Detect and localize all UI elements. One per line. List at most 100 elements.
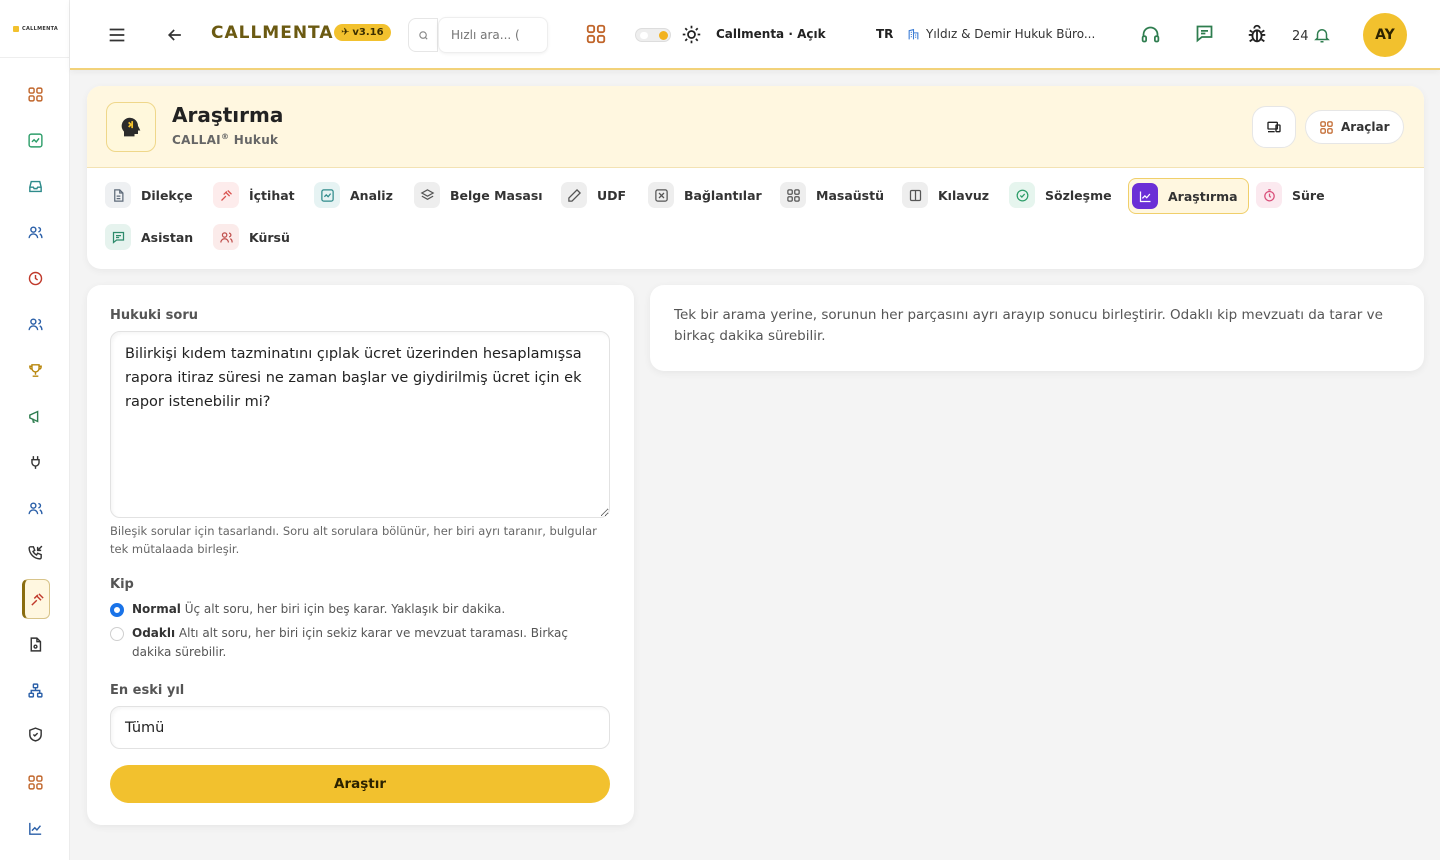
question-textarea[interactable]: Bilirkişi kıdem tazminatını çıplak ücret… [110,331,610,518]
users-icon [213,224,239,250]
tab-kilavuz[interactable]: Kılavuz [902,177,989,213]
document-icon [105,182,131,208]
module-title: Araştırma [172,103,284,127]
user-avatar[interactable]: AY [1363,13,1407,57]
tools-button[interactable]: Araçlar [1305,110,1404,144]
device-view-button[interactable] [1252,106,1296,148]
phone-incoming-icon [27,545,42,560]
avatar[interactable]: AY [1363,13,1407,57]
tab-label: Masaüstü [816,187,884,203]
tab-label: Belge Masası [450,187,543,203]
topbar: CALLMENTA ✈ v3.16 Callmenta · Açık TR Yı… [70,0,1440,70]
tab-baglantilar[interactable]: Bağlantılar [648,177,762,213]
question-label: Hukuki soru [110,308,198,323]
messages-button[interactable] [1194,23,1215,44]
grid-icon [780,182,806,208]
sidebar-item-clients[interactable] [22,219,48,245]
grid-icon [586,24,606,44]
tab-asistan[interactable]: Asistan [105,219,193,255]
shield-icon [28,726,42,742]
tab-analiz[interactable]: Analiz [314,177,393,213]
support-button[interactable] [1140,24,1161,45]
year-select[interactable]: Tümü [110,706,610,749]
grid-icon [27,774,43,790]
sidebar-item-analysis[interactable] [22,127,48,153]
tab-kursu[interactable]: Kürsü [213,219,290,255]
firm-selector[interactable]: Yıldız & Demir Hukuk Büro... [907,27,1095,41]
side-logo[interactable]: CALLMENTA [0,0,69,58]
chat-icon [105,224,131,250]
sidebar-item-apps[interactable] [22,769,48,795]
tab-masaustu[interactable]: Masaüstü [780,177,884,213]
sidebar-item-organization[interactable] [22,677,48,703]
brand-name[interactable]: CALLMENTA [211,23,334,43]
mode-option-normal[interactable]: Normal Üç alt soru, her biri için beş ka… [110,600,610,619]
search-submit-button[interactable]: Araştır [110,765,610,803]
toggle-switch[interactable] [635,28,671,42]
tab-label: Sözleşme [1045,187,1112,203]
subtitle-suffix: Hukuk [229,133,279,147]
chart-line-icon [28,822,41,835]
tab-ictihat[interactable]: İçtihat [213,177,295,213]
question-help: Bileşik sorular için tasarlandı. Soru al… [110,524,597,556]
tab-label: Analiz [350,187,393,203]
language-selector[interactable]: TR [876,27,893,41]
radio-odakli[interactable] [110,627,124,641]
mode-option-odakli[interactable]: Odaklı Altı alt soru, her biri için seki… [110,624,610,662]
tab-label: Bağlantılar [684,187,762,203]
sidebar-item-legal[interactable] [22,579,50,619]
info-card: Tek bir arama yerine, sorunun her parças… [650,285,1424,371]
sidebar-item-announcements[interactable] [22,403,48,429]
mode-option-text: Odaklı Altı alt soru, her biri için seki… [132,624,610,662]
users-icon [27,317,43,330]
check-badge-icon [1009,182,1035,208]
year-value: Tümü [125,719,165,736]
notification-count: 24 [1292,29,1309,44]
tab-label: Araştırma [1168,188,1238,204]
tab-dilekce[interactable]: Dilekçe [105,177,193,213]
back-button[interactable] [165,25,185,45]
year-label: En eski yıl [110,683,185,698]
tab-label: Dilekçe [141,187,193,203]
sidebar-item-documents[interactable] [22,631,48,657]
module-header: Araştırma CALLAI® Hukuk Araçlar [87,86,1424,168]
hamburger-icon [109,28,125,42]
radio-normal[interactable] [110,603,124,617]
menu-button[interactable] [106,24,128,46]
sidebar-item-achievements[interactable] [22,357,48,383]
tab-label: Asistan [141,229,194,245]
sidebar-item-reports[interactable] [22,815,48,841]
sun-icon[interactable] [681,24,702,45]
sidebar-item-dashboard[interactable] [22,81,48,107]
notifications-button[interactable]: 24 [1292,25,1331,44]
sidebar-item-contacts[interactable] [22,495,48,521]
sidebar-item-team[interactable] [22,311,48,337]
devices-icon [1267,121,1281,133]
bell-icon [1313,28,1330,42]
rocket-icon: ✈ [341,27,350,38]
research-form: Hukuki soru Bilirkişi kıdem tazminatını … [87,285,634,825]
bug-report-button[interactable] [1246,23,1268,45]
apps-button[interactable] [585,23,607,45]
plug-icon [30,455,40,469]
sidebar-item-security[interactable] [22,721,48,747]
tab-sure[interactable]: Süre [1256,177,1325,213]
search-input[interactable] [438,17,548,53]
mode-label: Kip [110,577,134,592]
module-subtitle: CALLAI® Hukuk [172,132,278,147]
sidebar-item-integrations[interactable] [22,449,48,475]
sidebar-item-calls[interactable] [22,539,48,565]
headset-icon [1141,26,1160,43]
tab-udf[interactable]: UDF [561,177,626,213]
mode-name: Normal [132,602,181,616]
sidebar-item-deadlines[interactable] [22,265,48,291]
tab-sozlesme[interactable]: Sözleşme [1009,177,1112,213]
link-icon [648,182,674,208]
theme-toggle[interactable] [635,28,671,42]
clock-icon [1256,182,1282,208]
sidebar-item-inbox[interactable] [22,173,48,199]
search-icon[interactable] [408,18,438,52]
tab-arastirma[interactable]: Araştırma [1128,178,1249,214]
tab-belge-masasi[interactable]: Belge Masası [414,177,543,213]
info-text: Tek bir arama yerine, sorunun her parças… [674,307,1383,344]
